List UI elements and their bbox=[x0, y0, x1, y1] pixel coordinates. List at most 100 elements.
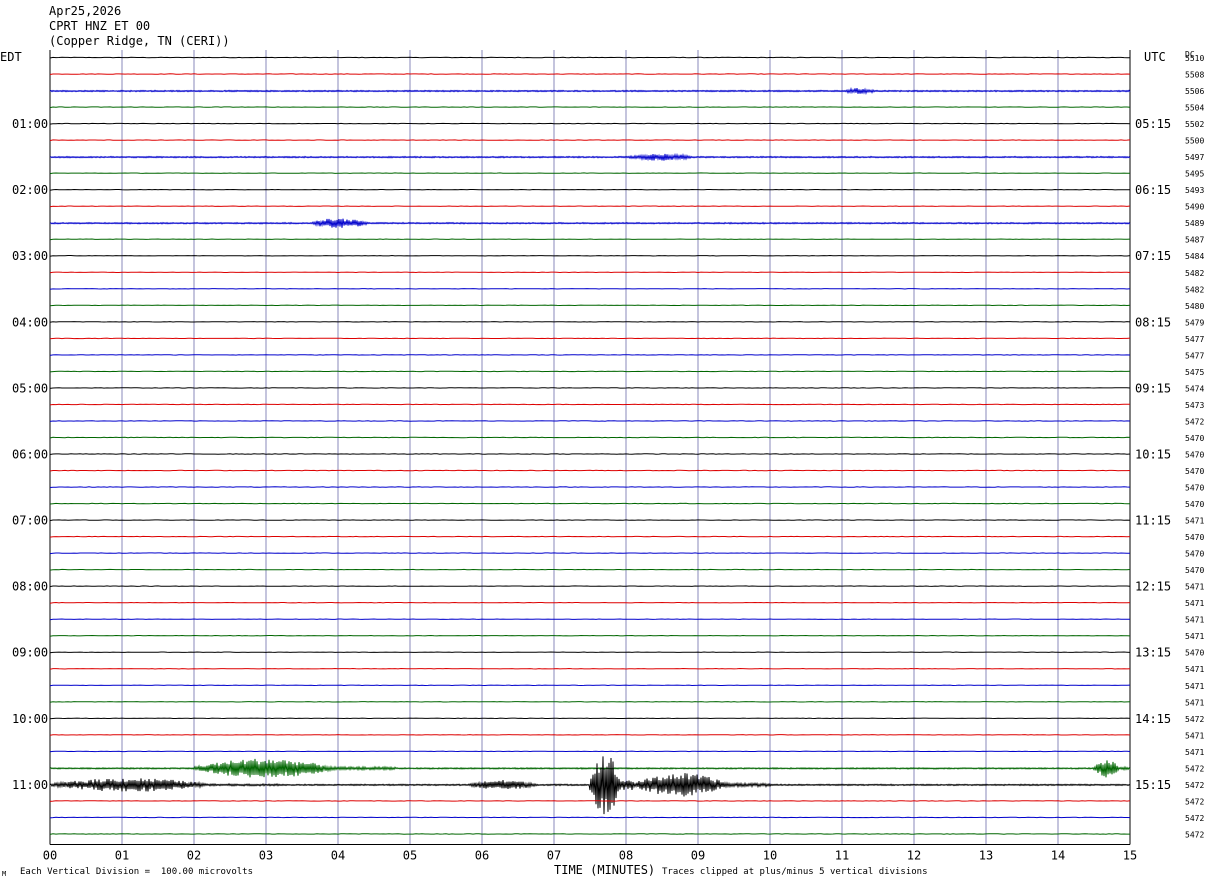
right-hour-label: 09:15 bbox=[1135, 381, 1171, 395]
trace-14 bbox=[49, 271, 1131, 274]
left-hour-label: 05:00 bbox=[12, 381, 48, 395]
dc-value: 5470 bbox=[1185, 450, 1204, 459]
right-hour-label: 10:15 bbox=[1135, 447, 1171, 461]
dc-value: 5487 bbox=[1185, 236, 1204, 245]
dc-value: 5472 bbox=[1185, 715, 1204, 724]
x-tick-label: 05 bbox=[403, 848, 417, 862]
right-hour-label: 15:15 bbox=[1135, 778, 1171, 792]
trace-26 bbox=[49, 469, 1131, 472]
trace-4 bbox=[49, 106, 1131, 109]
trace-42 bbox=[49, 734, 1131, 736]
trace-31 bbox=[49, 552, 1130, 555]
trace-45 bbox=[49, 756, 1131, 815]
x-tick-label: 12 bbox=[907, 848, 921, 862]
dc-value: 5474 bbox=[1185, 384, 1204, 393]
right-hour-label: 11:15 bbox=[1135, 514, 1171, 528]
right-hour-label: 12:15 bbox=[1135, 580, 1171, 594]
left-hour-label: 03:00 bbox=[12, 249, 48, 263]
dc-value: 5489 bbox=[1185, 219, 1204, 228]
dc-value: 5504 bbox=[1185, 104, 1204, 113]
x-tick-label: 02 bbox=[187, 848, 201, 862]
dc-value: 5471 bbox=[1185, 682, 1204, 691]
scale-note: Each Vertical Division = 100.00 microvol… bbox=[20, 867, 253, 877]
trace-13 bbox=[49, 254, 1131, 257]
trace-37 bbox=[49, 651, 1131, 654]
trace-38 bbox=[49, 667, 1131, 670]
dc-value: 5470 bbox=[1185, 500, 1204, 509]
dc-value: 5493 bbox=[1185, 186, 1204, 195]
right-hour-label: 13:15 bbox=[1135, 646, 1171, 660]
trace-11 bbox=[49, 218, 1131, 228]
trace-3 bbox=[49, 87, 1131, 96]
trace-9 bbox=[49, 188, 1130, 191]
left-hour-label: 01:00 bbox=[12, 117, 48, 131]
x-tick-label: 03 bbox=[259, 848, 273, 862]
x-tick-label: 00 bbox=[43, 848, 57, 862]
trace-12 bbox=[49, 238, 1131, 241]
trace-33 bbox=[49, 585, 1131, 588]
right-hour-label: 07:15 bbox=[1135, 249, 1171, 263]
trace-18 bbox=[49, 337, 1131, 340]
trace-24 bbox=[49, 436, 1131, 439]
left-hour-label: 04:00 bbox=[12, 315, 48, 329]
trace-39 bbox=[49, 684, 1131, 687]
left-hour-label: 11:00 bbox=[12, 778, 48, 792]
trace-7 bbox=[49, 152, 1131, 162]
dc-value: 5490 bbox=[1185, 203, 1204, 212]
x-tick-label: 15 bbox=[1123, 848, 1137, 862]
trace-8 bbox=[49, 172, 1131, 175]
trace-19 bbox=[49, 354, 1131, 356]
left-hour-label: 09:00 bbox=[12, 646, 48, 660]
dc-value: 5470 bbox=[1185, 434, 1204, 443]
dc-value: 5479 bbox=[1185, 318, 1204, 327]
trace-20 bbox=[49, 370, 1131, 373]
dc-value: 5471 bbox=[1185, 748, 1204, 757]
dc-value: 5470 bbox=[1185, 533, 1204, 542]
dc-value: 5482 bbox=[1185, 269, 1204, 278]
dc-value: 5471 bbox=[1185, 731, 1204, 740]
trace-16 bbox=[49, 304, 1131, 307]
x-tick-label: 11 bbox=[835, 848, 849, 862]
dc-value: 5471 bbox=[1185, 599, 1204, 608]
helicorder-plot: 00 01 02 03 04 05 06 07 08 09 10 11 12 13 14 15 5510 5508… bbox=[12, 50, 1204, 862]
dc-value: 5472 bbox=[1185, 764, 1204, 773]
dc-value: 5470 bbox=[1185, 566, 1204, 575]
trace-23 bbox=[49, 420, 1131, 422]
dc-value: 5500 bbox=[1185, 137, 1204, 146]
trace-32 bbox=[49, 568, 1131, 571]
dc-value: 5471 bbox=[1185, 517, 1204, 526]
trace-6 bbox=[49, 139, 1131, 142]
left-hour-label: 02:00 bbox=[12, 183, 48, 197]
x-tick-label: 08 bbox=[619, 848, 633, 862]
x-tick-label: 04 bbox=[331, 848, 345, 862]
dc-value: 5473 bbox=[1185, 401, 1204, 410]
x-tick-label: 09 bbox=[691, 848, 705, 862]
trace-27 bbox=[49, 486, 1131, 488]
trace-15 bbox=[49, 288, 1131, 290]
dc-value: 5482 bbox=[1185, 285, 1204, 294]
x-tick-label: 01 bbox=[115, 848, 129, 862]
dc-value: 5480 bbox=[1185, 302, 1204, 311]
right-hour-label: 06:15 bbox=[1135, 183, 1171, 197]
trace-1 bbox=[49, 56, 1130, 59]
trace-29 bbox=[49, 519, 1131, 522]
trace-30 bbox=[49, 535, 1131, 538]
trace-25 bbox=[49, 453, 1131, 455]
x-tick-label: 14 bbox=[1051, 848, 1065, 862]
trace-5 bbox=[49, 122, 1131, 125]
dc-value: 5506 bbox=[1185, 87, 1204, 96]
trace-21 bbox=[49, 387, 1131, 389]
dc-value: 5472 bbox=[1185, 417, 1204, 426]
dc-value: 5470 bbox=[1185, 467, 1204, 476]
corner-mark: M bbox=[2, 870, 7, 878]
dc-value: 5470 bbox=[1185, 484, 1204, 493]
clip-note: Traces clipped at plus/minus 5 vertical … bbox=[662, 867, 928, 877]
dc-value: 5497 bbox=[1185, 153, 1204, 162]
dc-value: 5472 bbox=[1185, 797, 1204, 806]
trace-46 bbox=[49, 800, 1131, 802]
trace-44 bbox=[49, 758, 1131, 778]
x-tick-label: 06 bbox=[475, 848, 489, 862]
x-tick-label: 10 bbox=[763, 848, 777, 862]
trace-47 bbox=[49, 816, 1131, 819]
dc-value: 5508 bbox=[1185, 71, 1204, 80]
